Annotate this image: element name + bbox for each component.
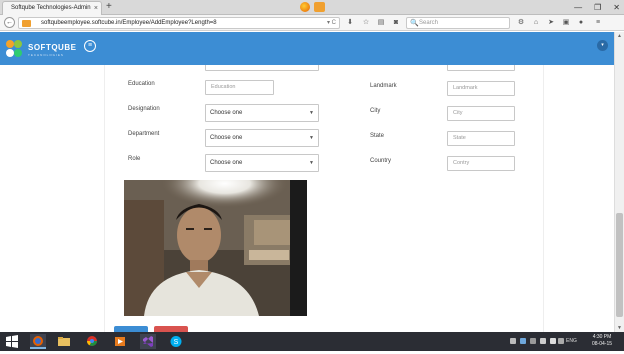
- designation-value: Choose one: [210, 110, 243, 116]
- reload-icon[interactable]: ▾ C: [327, 18, 336, 29]
- logo-subtext: TECHNOLOGIES: [28, 53, 64, 57]
- department-label: Department: [128, 131, 160, 137]
- department-select[interactable]: Choose one ▼: [205, 129, 319, 147]
- language-indicator[interactable]: ENG: [566, 332, 577, 351]
- education-input[interactable]: Education: [205, 80, 274, 95]
- browser-tab[interactable]: Softqube Technologies-Admin ×: [2, 1, 102, 15]
- page-scrollbar[interactable]: ▲ ▼: [614, 32, 624, 332]
- city-input[interactable]: City: [447, 106, 515, 121]
- media-player-icon[interactable]: [112, 334, 128, 349]
- sidebar-toggle-button[interactable]: ≡: [84, 40, 96, 52]
- svg-text:S: S: [174, 339, 179, 346]
- folder-icon[interactable]: [56, 334, 72, 349]
- chevron-down-icon: ▼: [309, 160, 314, 166]
- webcam-image: [124, 180, 307, 316]
- volume-icon[interactable]: [550, 338, 556, 344]
- scroll-thumb[interactable]: [616, 213, 623, 317]
- site-favicon-icon: [22, 20, 31, 27]
- tab-title: Softqube Technologies-Admin: [11, 5, 91, 11]
- logo-dot-icon: [6, 49, 14, 57]
- logo-text: SOFTQUBE: [28, 43, 77, 52]
- search-icon: 🔍: [410, 20, 419, 27]
- download-icon[interactable]: ⬇: [345, 18, 355, 28]
- close-window-button[interactable]: ✕: [613, 0, 620, 15]
- scroll-down-icon[interactable]: ▼: [615, 324, 624, 332]
- tray-app-icon[interactable]: [520, 338, 526, 344]
- education-label: Education: [128, 81, 155, 87]
- page-content: Education Education Designation Choose o…: [0, 65, 614, 332]
- role-label: Role: [128, 156, 141, 162]
- tray-app-icon[interactable]: [510, 338, 516, 344]
- clipboard-icon[interactable]: ▤: [376, 18, 386, 28]
- department-value: Choose one: [210, 135, 243, 141]
- logo-dot-icon: [14, 40, 22, 48]
- extension-icon[interactable]: ⚙: [516, 18, 526, 28]
- send-icon[interactable]: ➤: [546, 18, 556, 28]
- tray-app-icon[interactable]: [530, 338, 536, 344]
- browser-nav-bar: ← softqubeemployee.softcube.in/Employee/…: [0, 15, 624, 31]
- chevron-down-icon: ▼: [309, 110, 314, 116]
- new-tab-button[interactable]: +: [106, 1, 112, 13]
- previous-field-input[interactable]: [447, 65, 515, 71]
- skype-icon[interactable]: S: [168, 334, 184, 349]
- company-logo[interactable]: SOFTQUBE TECHNOLOGIES: [6, 40, 78, 60]
- app-header: SOFTQUBE TECHNOLOGIES ≡ ▾: [0, 32, 614, 65]
- role-value: Choose one: [210, 160, 243, 166]
- previous-field-input[interactable]: [205, 65, 319, 71]
- back-button[interactable]: ←: [4, 17, 15, 28]
- visual-studio-icon[interactable]: [140, 334, 156, 349]
- battery-icon[interactable]: [558, 338, 564, 344]
- windows-taskbar: S ENG 4:30 PM 08-04-15: [0, 332, 624, 351]
- screenshot-icon[interactable]: ▣: [561, 18, 571, 28]
- role-select[interactable]: Choose one ▼: [205, 154, 319, 172]
- landmark-input[interactable]: Landmark: [447, 81, 515, 96]
- maximize-button[interactable]: ❐: [594, 0, 601, 15]
- user-menu-button[interactable]: ▾: [597, 40, 608, 51]
- designation-select[interactable]: Choose one ▼: [205, 104, 319, 122]
- addon-icon[interactable]: ●: [576, 18, 586, 28]
- state-label: State: [370, 133, 385, 139]
- start-windows-icon[interactable]: [4, 334, 20, 349]
- chrome-icon[interactable]: [84, 334, 100, 349]
- logo-dot-icon: [6, 40, 14, 48]
- clock-time: 4:30 PM: [592, 334, 612, 340]
- home-icon[interactable]: ⌂: [531, 18, 541, 28]
- firefox-taskbar-icon[interactable]: [30, 334, 46, 349]
- designation-label: Designation: [128, 106, 160, 112]
- clock[interactable]: 4:30 PM 08-04-15: [586, 334, 618, 348]
- employee-photo: [124, 180, 307, 316]
- search-bar[interactable]: 🔍 Search: [406, 17, 510, 29]
- clock-date: 08-04-15: [591, 341, 612, 347]
- browser-tab-strip: Softqube Technologies-Admin × + — ❐ ✕: [0, 0, 624, 15]
- city-label: City: [370, 108, 381, 114]
- firefox-icon[interactable]: [300, 2, 310, 12]
- url-text: softqubeemployee.softcube.in/Employee/Ad…: [41, 20, 217, 26]
- country-input[interactable]: Contry: [447, 156, 515, 171]
- camera-extension-icon[interactable]: [314, 2, 325, 12]
- pocket-icon[interactable]: ◙: [391, 18, 401, 28]
- window-controls: — ❐ ✕: [574, 0, 620, 15]
- country-label: Country: [370, 158, 392, 164]
- logo-dot-icon: [14, 49, 22, 57]
- scroll-up-icon[interactable]: ▲: [615, 32, 624, 40]
- state-input[interactable]: State: [447, 131, 515, 146]
- search-placeholder: Search: [419, 20, 439, 26]
- menu-icon[interactable]: ≡: [593, 18, 603, 28]
- minimize-button[interactable]: —: [574, 0, 582, 15]
- chevron-down-icon: ▼: [309, 135, 314, 141]
- network-icon[interactable]: [540, 338, 546, 344]
- url-bar[interactable]: softqubeemployee.softcube.in/Employee/Ad…: [18, 17, 340, 29]
- bookmark-star-icon[interactable]: ☆: [361, 18, 371, 28]
- landmark-label: Landmark: [370, 83, 397, 89]
- tab-close-icon[interactable]: ×: [94, 2, 98, 15]
